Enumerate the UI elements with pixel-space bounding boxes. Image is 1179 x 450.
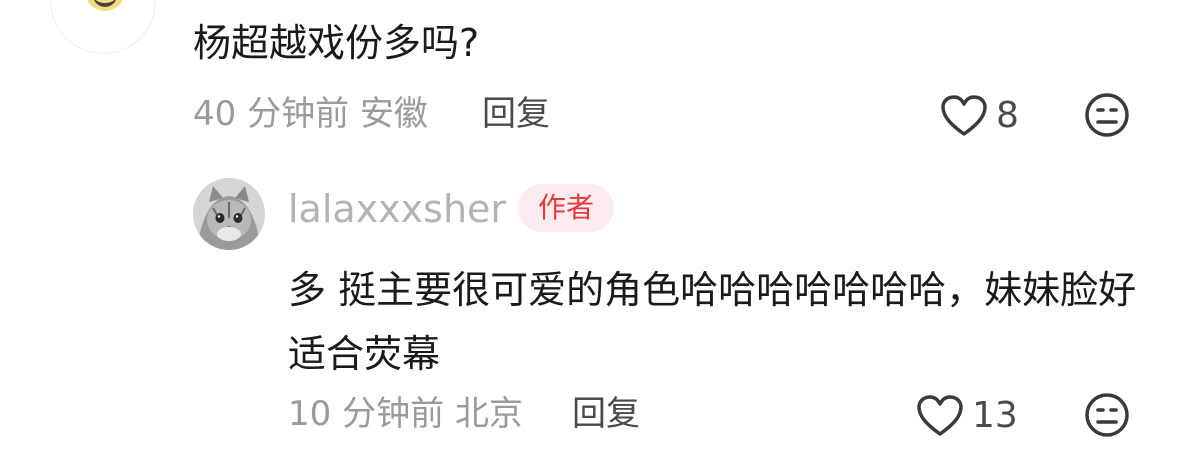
reply-text: 多 挺主要很可爱的角色哈哈哈哈哈哈哈，妹妹脸好适合荧幕 [288,268,1137,376]
reply-location: 北京 [454,394,523,434]
author-avatar[interactable] [193,178,265,250]
author-username[interactable]: lalaxxxsher [288,190,506,228]
heart-icon[interactable] [940,94,988,138]
commenter-avatar[interactable] [50,0,156,54]
cat-avatar-icon [193,178,265,250]
unhappy-face-icon[interactable] [1084,392,1130,438]
unhappy-face-icon[interactable] [1084,92,1130,138]
comment-like-count: 8 [996,95,1019,136]
comment-thread: 杨超越戏份多吗? 40 分钟前 安徽 回复 8 lalaxxxsher 作者 多… [0,0,1179,450]
comment-text: 杨超越戏份多吗? [193,21,480,65]
heart-icon[interactable] [916,394,964,438]
reply-like-count: 13 [972,395,1018,436]
reply-reply-button[interactable]: 回复 [572,397,640,431]
comment-meta: 40 分钟前 安徽 [193,97,428,131]
comment-time: 40 分钟前 [193,94,350,134]
author-badge: 作者 [518,184,614,232]
comment-location: 安徽 [359,94,428,134]
comment-reply-button[interactable]: 回复 [482,97,550,131]
reply-time: 10 分钟前 [288,394,445,434]
reply-meta: 10 分钟前 北京 [288,397,523,431]
